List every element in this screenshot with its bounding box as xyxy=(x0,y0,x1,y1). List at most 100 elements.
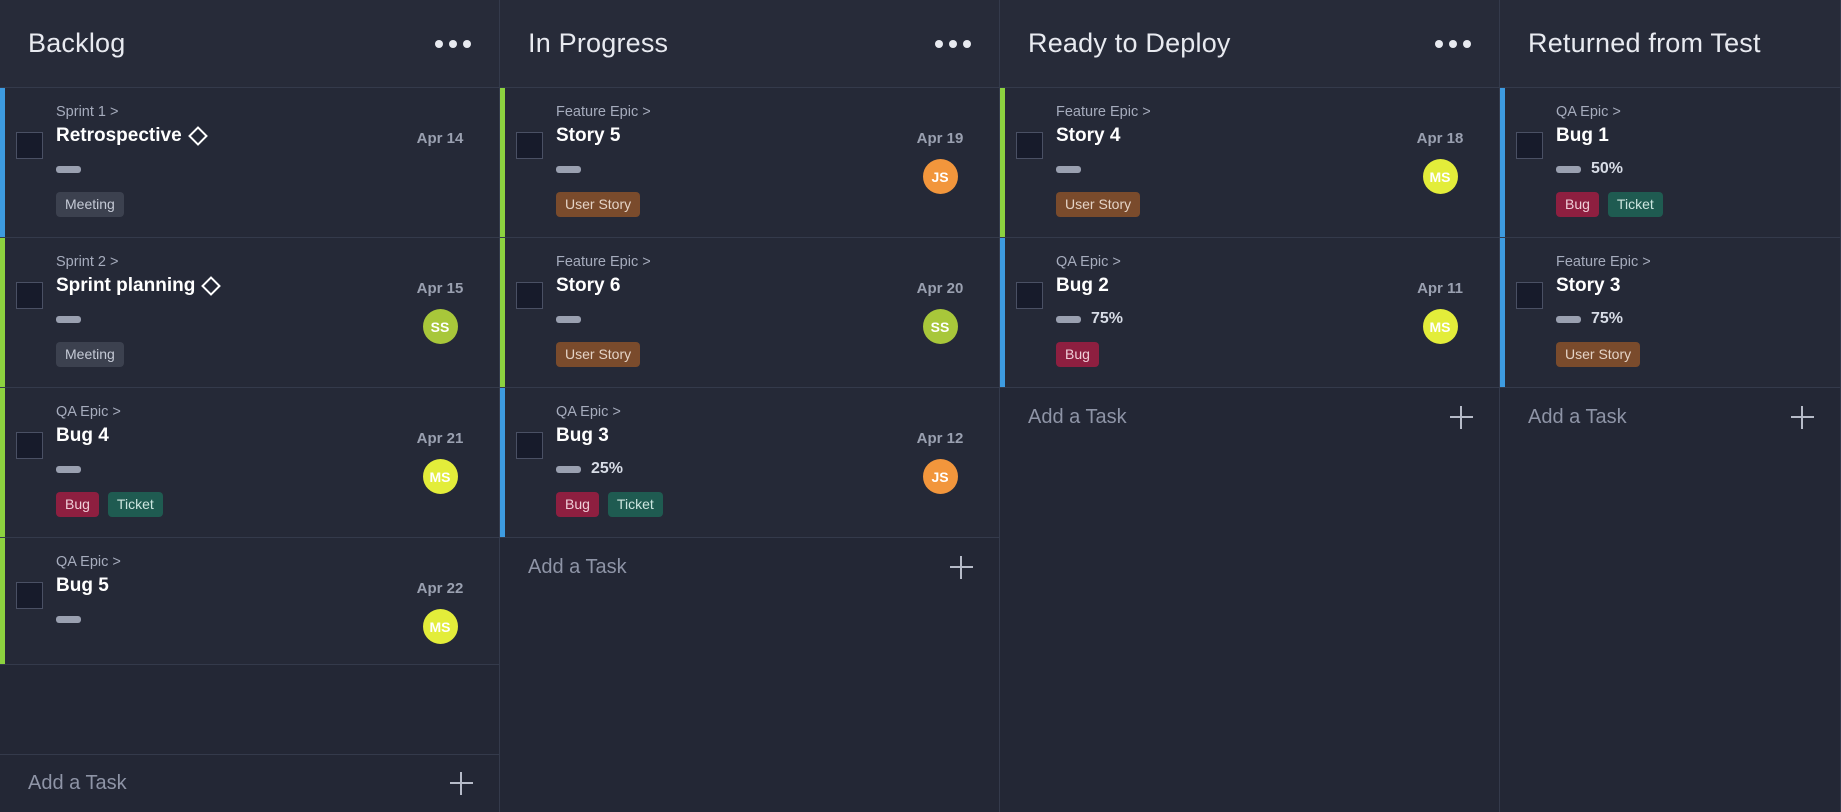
card-accent-bar xyxy=(0,88,5,237)
diamond-icon xyxy=(188,126,208,146)
card-epic-link[interactable]: QA Epic > xyxy=(556,404,903,420)
add-task-row[interactable]: Add a Task xyxy=(1000,388,1499,446)
board-column-in-progress: In ProgressFeature Epic >Story 5User Sto… xyxy=(500,0,1000,812)
plus-icon[interactable] xyxy=(1450,406,1473,429)
plus-icon[interactable] xyxy=(950,556,973,579)
task-card[interactable]: Feature Epic >Story 4User StoryApr 18MS xyxy=(1000,88,1499,238)
task-checkbox[interactable] xyxy=(516,432,543,459)
card-title: Bug 3 xyxy=(556,425,609,447)
card-tags: User Story xyxy=(1556,342,1744,367)
card-epic-link[interactable]: Feature Epic > xyxy=(1056,104,1403,120)
task-checkbox[interactable] xyxy=(1516,132,1543,159)
card-tags: Bug Ticket xyxy=(1556,192,1744,217)
card-epic-link[interactable]: QA Epic > xyxy=(56,404,403,420)
card-list: Feature Epic >Story 4User StoryApr 18MS Q… xyxy=(1000,88,1499,388)
card-epic-link[interactable]: Feature Epic > xyxy=(556,254,903,270)
card-title-row: Retrospective xyxy=(56,125,403,147)
card-tags: User Story xyxy=(556,342,903,367)
card-list: Feature Epic >Story 5User StoryApr 19JSF… xyxy=(500,88,999,538)
card-meta xyxy=(1744,104,1818,217)
avatar[interactable]: MS xyxy=(423,459,458,494)
ellipsis-icon[interactable] xyxy=(1433,34,1473,54)
task-checkbox[interactable] xyxy=(16,282,43,309)
task-card[interactable]: Sprint 2 >Sprint planningMeetingApr 15SS xyxy=(0,238,499,388)
avatar[interactable]: MS xyxy=(423,609,458,644)
avatar[interactable]: MS xyxy=(1423,309,1458,344)
card-epic-link[interactable]: Sprint 2 > xyxy=(56,254,403,270)
card-accent-bar xyxy=(1500,88,1505,237)
card-title: Story 6 xyxy=(556,275,620,297)
card-epic-link[interactable]: QA Epic > xyxy=(1556,104,1744,120)
tag-userstory[interactable]: User Story xyxy=(556,342,640,367)
tag-userstory[interactable]: User Story xyxy=(1056,192,1140,217)
card-meta: Apr 22MS xyxy=(403,554,477,644)
card-epic-link[interactable]: Sprint 1 > xyxy=(56,104,403,120)
ellipsis-icon[interactable] xyxy=(933,34,973,54)
card-accent-bar xyxy=(500,238,505,387)
task-checkbox[interactable] xyxy=(16,582,43,609)
card-title: Retrospective xyxy=(56,125,182,147)
task-checkbox[interactable] xyxy=(1016,282,1043,309)
card-title: Bug 1 xyxy=(1556,125,1609,147)
task-checkbox[interactable] xyxy=(516,282,543,309)
task-checkbox[interactable] xyxy=(516,132,543,159)
tag-ticket[interactable]: Ticket xyxy=(1608,192,1663,217)
card-tags: Bug Ticket xyxy=(556,492,903,517)
tag-bug[interactable]: Bug xyxy=(1556,192,1599,217)
tag-meeting[interactable]: Meeting xyxy=(56,192,124,217)
card-accent-bar xyxy=(0,538,5,664)
column-title: Backlog xyxy=(28,28,125,59)
tag-bug[interactable]: Bug xyxy=(1056,342,1099,367)
card-epic-link[interactable]: Feature Epic > xyxy=(1556,254,1744,270)
task-card[interactable]: Feature Epic >Story 5User StoryApr 19JS xyxy=(500,88,999,238)
card-body: Feature Epic > Story 6 User Story xyxy=(543,254,903,367)
task-checkbox[interactable] xyxy=(16,432,43,459)
task-card[interactable]: QA Epic >Bug 325%BugTicketApr 12JS xyxy=(500,388,999,538)
task-card[interactable]: QA Epic >Bug 5Apr 22MS xyxy=(0,538,499,665)
card-body: QA Epic >Bug 325%BugTicket xyxy=(543,404,903,517)
task-card[interactable]: Feature Epic >Story 6User StoryApr 20SS xyxy=(500,238,999,388)
task-card[interactable]: QA Epic >Bug 4BugTicketApr 21MS xyxy=(0,388,499,538)
card-progress-row xyxy=(556,310,903,328)
avatar[interactable]: SS xyxy=(923,309,958,344)
card-epic-link[interactable]: QA Epic > xyxy=(56,554,403,570)
card-epic-link[interactable]: QA Epic > xyxy=(1056,254,1403,270)
plus-icon[interactable] xyxy=(1791,406,1814,429)
add-task-row[interactable]: Add a Task xyxy=(0,754,499,812)
tag-ticket[interactable]: Ticket xyxy=(108,492,163,517)
card-epic-link[interactable]: Feature Epic > xyxy=(556,104,903,120)
avatar[interactable]: SS xyxy=(423,309,458,344)
tag-ticket[interactable]: Ticket xyxy=(608,492,663,517)
avatar[interactable]: JS xyxy=(923,159,958,194)
board-column-ready-to-deploy: Ready to Deploy Feature Epic >Story 4User… xyxy=(1000,0,1500,812)
task-card[interactable]: QA Epic >Bug 150%BugTicket xyxy=(1500,88,1840,238)
tag-userstory[interactable]: User Story xyxy=(556,192,640,217)
task-checkbox[interactable] xyxy=(16,132,43,159)
tag-bug[interactable]: Bug xyxy=(556,492,599,517)
tag-bug[interactable]: Bug xyxy=(56,492,99,517)
avatar[interactable]: JS xyxy=(923,459,958,494)
card-progress-row xyxy=(56,160,403,178)
plus-icon[interactable] xyxy=(450,772,473,795)
card-meta: Apr 19JS xyxy=(903,104,977,217)
progress-bar-icon xyxy=(56,316,81,323)
card-tags: Bug Ticket xyxy=(56,492,403,517)
add-task-row[interactable]: Add a Task xyxy=(500,538,999,596)
tag-meeting[interactable]: Meeting xyxy=(56,342,124,367)
add-task-label: Add a Task xyxy=(1528,406,1627,429)
card-accent-bar xyxy=(1500,238,1505,387)
card-list: Sprint 1 >RetrospectiveMeetingApr 14Spri… xyxy=(0,88,499,665)
task-card[interactable]: Feature Epic >Story 375%User Story xyxy=(1500,238,1840,388)
card-body: QA Epic >Bug 150%BugTicket xyxy=(1543,104,1744,217)
tag-userstory[interactable]: User Story xyxy=(1556,342,1640,367)
task-checkbox[interactable] xyxy=(1516,282,1543,309)
task-card[interactable]: Sprint 1 >RetrospectiveMeetingApr 14 xyxy=(0,88,499,238)
card-progress-row xyxy=(1056,160,1403,178)
ellipsis-icon[interactable] xyxy=(433,34,473,54)
column-title: Ready to Deploy xyxy=(1028,28,1231,59)
avatar[interactable]: MS xyxy=(1423,159,1458,194)
task-card[interactable]: QA Epic >Bug 275%BugApr 11MS xyxy=(1000,238,1499,388)
add-task-row[interactable]: Add a Task xyxy=(1500,388,1840,446)
progress-bar-icon xyxy=(56,466,81,473)
task-checkbox[interactable] xyxy=(1016,132,1043,159)
